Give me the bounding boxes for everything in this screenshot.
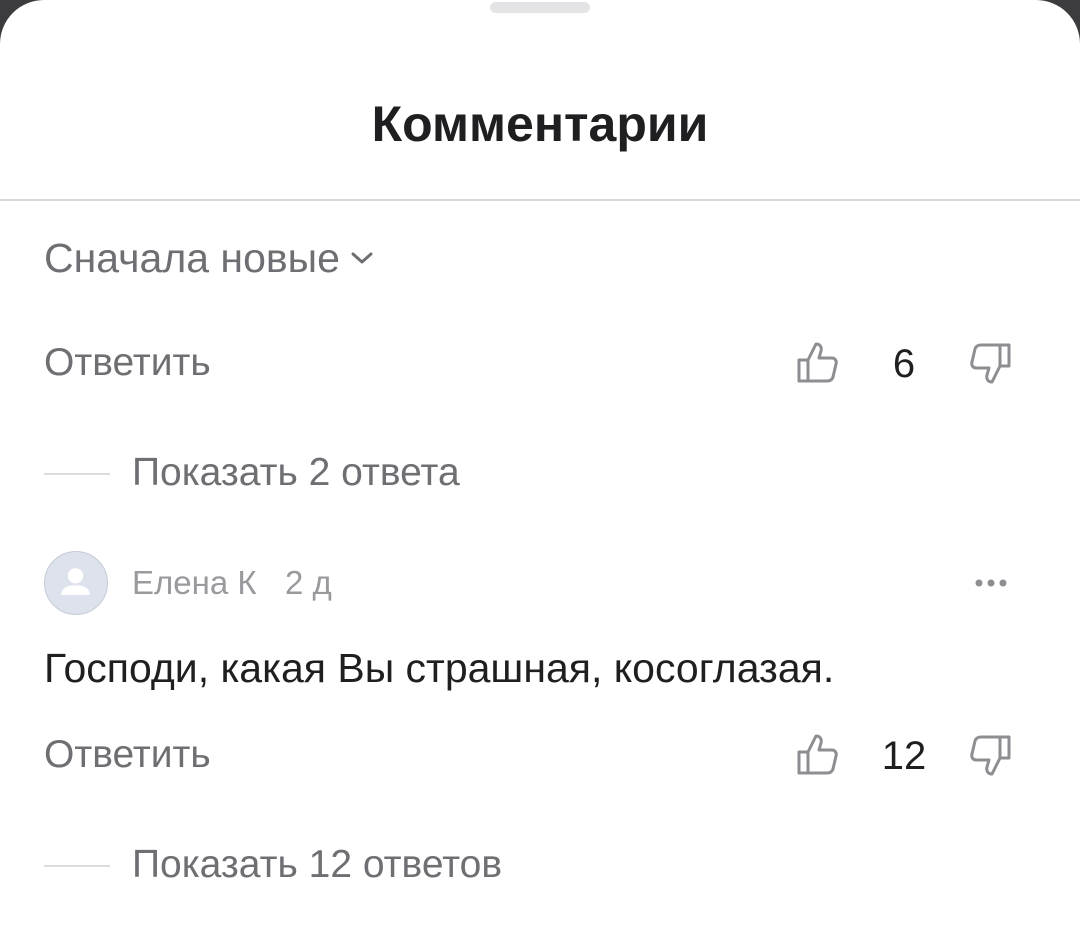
title-divider: [0, 199, 1080, 201]
thumbs-up-icon[interactable]: [796, 732, 840, 776]
show-replies-link[interactable]: Показать 12 ответов: [132, 840, 502, 890]
reply-link[interactable]: Ответить: [44, 338, 211, 388]
thumbs-down-icon[interactable]: [968, 734, 1012, 778]
chevron-down-icon: [350, 250, 374, 266]
reply-link[interactable]: Ответить: [44, 730, 211, 780]
likes-count: 12: [881, 734, 927, 778]
sort-order-label: Сначала новые: [44, 235, 340, 281]
show-replies-link[interactable]: Показать 2 ответа: [132, 448, 460, 498]
thread-line: [44, 473, 110, 475]
comment-author[interactable]: Елена К: [132, 562, 257, 604]
more-dots-icon[interactable]: [968, 568, 1014, 598]
sheet-drag-handle[interactable]: [490, 2, 590, 13]
thread-line: [44, 865, 110, 867]
comment-text: Господи, какая Вы страшная, косоглазая.: [44, 645, 835, 691]
likes-count: 6: [892, 342, 916, 386]
sheet-title: Комментарии: [371, 96, 709, 152]
sort-order-select[interactable]: Сначала новые: [44, 230, 374, 286]
thumbs-down-icon[interactable]: [968, 342, 1012, 386]
user-avatar-icon[interactable]: [44, 551, 108, 615]
comments-sheet: Комментарии Сначала новые Ответить 6 Пок…: [0, 0, 1080, 942]
comment-time: 2 д: [285, 564, 332, 601]
thumbs-up-icon[interactable]: [796, 340, 840, 384]
